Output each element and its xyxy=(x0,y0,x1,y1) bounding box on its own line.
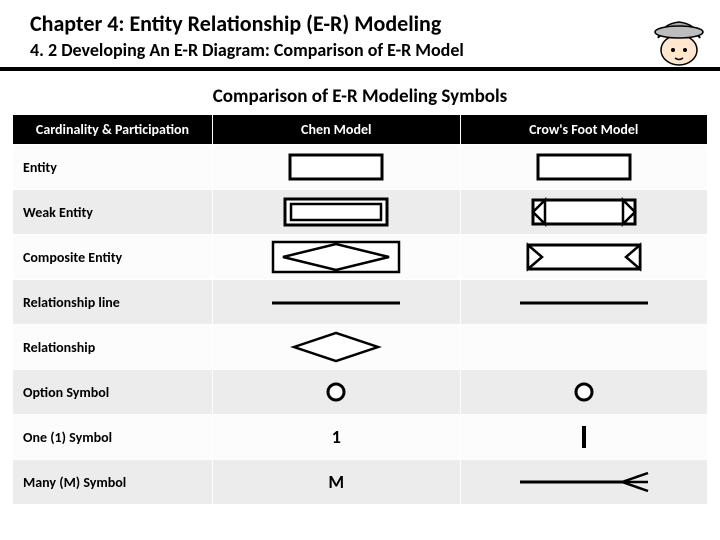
table-row: Composite Entity xyxy=(13,235,708,280)
chen-composite-entity-symbol xyxy=(213,235,461,280)
crow-relationship-symbol xyxy=(460,325,708,370)
table-row: One (1) Symbol 1 xyxy=(13,415,708,460)
crow-one-symbol xyxy=(460,415,708,460)
row-label: Entity xyxy=(13,145,213,190)
chen-relationship-symbol xyxy=(213,325,461,370)
crow-weak-entity-symbol xyxy=(460,190,708,235)
chen-weak-entity-symbol xyxy=(213,190,461,235)
row-label: Option Symbol xyxy=(13,370,213,415)
chen-many-symbol: M xyxy=(213,460,461,505)
row-label: One (1) Symbol xyxy=(13,415,213,460)
crow-relationship-line-symbol xyxy=(460,280,708,325)
col-header-cardinality: Cardinality & Participation xyxy=(13,115,213,145)
page-subtitle: 4. 2 Developing An E-R Diagram: Comparis… xyxy=(0,39,720,67)
row-label: Weak Entity xyxy=(13,190,213,235)
row-label: Relationship xyxy=(13,325,213,370)
crow-many-symbol xyxy=(460,460,708,505)
col-header-crow: Crow's Foot Model xyxy=(460,115,708,145)
chen-one-symbol: 1 xyxy=(213,415,461,460)
chen-relationship-line-symbol xyxy=(213,280,461,325)
table-row: Many (M) Symbol M xyxy=(13,460,708,505)
table-row: Relationship xyxy=(13,325,708,370)
table-title: Comparison of E-R Modeling Symbols xyxy=(0,85,720,114)
row-label: Composite Entity xyxy=(13,235,213,280)
crow-entity-symbol xyxy=(460,145,708,190)
table-row: Entity xyxy=(13,145,708,190)
chen-entity-symbol xyxy=(213,145,461,190)
crow-option-symbol xyxy=(460,370,708,415)
table-row: Relationship line xyxy=(13,280,708,325)
page-title: Chapter 4: Entity Relationship (E-R) Mod… xyxy=(0,0,720,39)
avatar xyxy=(644,10,706,66)
chen-option-symbol xyxy=(213,370,461,415)
comparison-table: Cardinality & Participation Chen Model C… xyxy=(12,114,708,505)
table-row: Option Symbol xyxy=(13,370,708,415)
row-label: Relationship line xyxy=(13,280,213,325)
row-label: Many (M) Symbol xyxy=(13,460,213,505)
title-rule xyxy=(0,67,720,71)
col-header-chen: Chen Model xyxy=(213,115,461,145)
table-row: Weak Entity xyxy=(13,190,708,235)
crow-composite-entity-symbol xyxy=(460,235,708,280)
